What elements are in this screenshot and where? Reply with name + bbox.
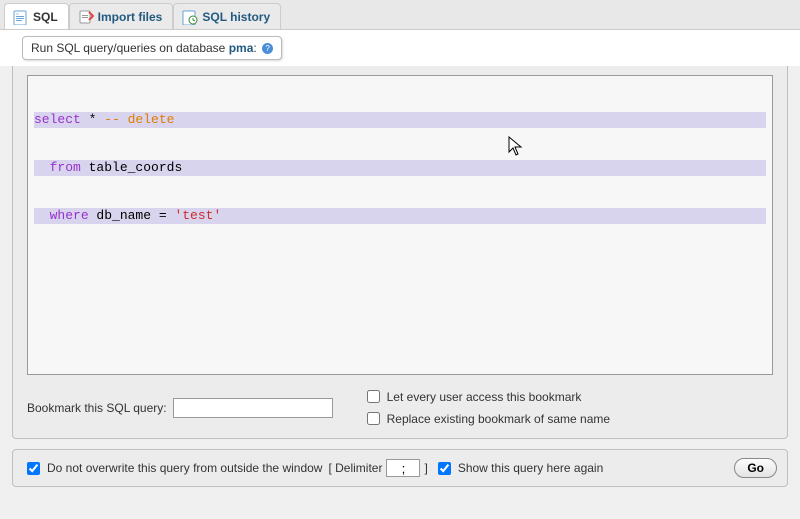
show-again-label: Show this query here again: [458, 461, 603, 475]
no-overwrite-label: Do not overwrite this query from outside…: [47, 461, 322, 475]
sql-icon: [13, 9, 29, 25]
tok-comment: -- delete: [104, 112, 174, 127]
show-again-checkbox[interactable]: [438, 462, 451, 475]
no-overwrite-row[interactable]: Do not overwrite this query from outside…: [23, 459, 322, 478]
delimiter-open: [ Delimiter: [328, 461, 382, 475]
query-legend: Run SQL query/queries on database pma: ?: [22, 36, 282, 60]
tok-where: where: [50, 208, 89, 223]
tab-history-label: SQL history: [202, 10, 270, 24]
legend-prefix: Run SQL query/queries on database: [31, 41, 229, 55]
tok-col: db_name =: [89, 208, 175, 223]
tab-sql[interactable]: SQL: [4, 3, 69, 29]
legend-strip: Run SQL query/queries on database pma: ?: [0, 30, 800, 66]
mouse-cursor-icon: [508, 136, 524, 158]
no-overwrite-checkbox[interactable]: [27, 462, 40, 475]
help-icon[interactable]: ?: [262, 43, 273, 54]
bookmark-all-access-checkbox[interactable]: [367, 390, 380, 403]
delimiter-input[interactable]: [386, 459, 420, 477]
bottom-bar: Do not overwrite this query from outside…: [12, 449, 788, 487]
go-button[interactable]: Go: [734, 458, 777, 478]
bookmark-replace-checkbox[interactable]: [367, 412, 380, 425]
bookmark-label: Bookmark this SQL query:: [27, 401, 167, 415]
tok-star: *: [81, 112, 104, 127]
delimiter-group: [ Delimiter ]: [328, 459, 427, 477]
show-again-row[interactable]: Show this query here again: [434, 459, 603, 478]
tab-history[interactable]: SQL history: [173, 3, 281, 29]
legend-suffix: :: [253, 41, 256, 55]
tok-select: select: [34, 112, 81, 127]
bookmark-all-access-label: Let every user access this bookmark: [387, 390, 582, 404]
bookmark-input[interactable]: [173, 398, 333, 418]
bookmark-row: Bookmark this SQL query: Let every user …: [27, 387, 773, 428]
import-icon: [78, 9, 94, 25]
tok-string: 'test': [174, 208, 221, 223]
tab-sql-label: SQL: [33, 10, 58, 24]
tok-from: from: [50, 160, 81, 175]
legend-dbname: pma: [229, 41, 254, 55]
main-panel: select * -- delete from table_coords whe…: [12, 56, 788, 439]
tab-import[interactable]: Import files: [69, 3, 174, 29]
bookmark-all-access-row[interactable]: Let every user access this bookmark: [363, 387, 610, 406]
tab-import-label: Import files: [98, 10, 163, 24]
history-icon: [182, 9, 198, 25]
bookmark-replace-label: Replace existing bookmark of same name: [387, 412, 610, 426]
tab-bar: SQL Import files SQL history: [0, 0, 800, 30]
delimiter-close: ]: [424, 461, 427, 475]
tok-table: table_coords: [81, 160, 182, 175]
bookmark-replace-row[interactable]: Replace existing bookmark of same name: [363, 409, 610, 428]
sql-editor[interactable]: select * -- delete from table_coords whe…: [27, 75, 773, 375]
